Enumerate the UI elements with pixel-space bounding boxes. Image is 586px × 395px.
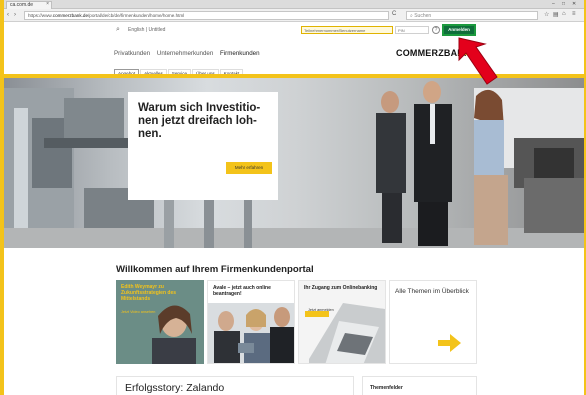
- sub-navigation: AngebotAktuellesServiceÜber unsKontakt: [114, 62, 244, 79]
- address-toolbar: ‹ › https://www.commerzbank.de/portal/de…: [4, 9, 584, 22]
- segment-unternehmerkunden[interactable]: Unternehmerkunden: [157, 50, 213, 57]
- maximize-icon[interactable]: □: [562, 1, 565, 7]
- tile-onlinebanking-sub: Jetzt anmelden: [308, 308, 334, 312]
- forward-icon[interactable]: ›: [14, 11, 16, 19]
- login-username-field[interactable]: Teilnehmernummer/Benutzername: [301, 26, 393, 34]
- arrow-right-icon: [438, 334, 461, 352]
- tile-video[interactable]: Edith Weymayr zu Zukunftsstrategien des …: [116, 280, 204, 364]
- tile-onlinebanking[interactable]: Ihr Zugang zum Onlinebanking Jetzt anmel…: [298, 280, 386, 364]
- star-icon[interactable]: ☆: [544, 11, 549, 18]
- url-domain: commerzbank.de: [52, 13, 88, 18]
- url-path: /portal/de/cb/de/firmenkunden/home/home.…: [88, 13, 185, 18]
- tile-video-sub: Jetzt Video ansehen: [121, 310, 156, 314]
- segment-firmenkunden[interactable]: Firmenkunden: [220, 50, 260, 57]
- tile-onlinebanking-text: Ihr Zugang zum Onlinebanking: [304, 285, 378, 291]
- close-window-icon[interactable]: ✕: [572, 1, 576, 7]
- hero-photo: [4, 81, 584, 248]
- url-prefix: https://www.: [28, 13, 53, 18]
- hero-cta-button[interactable]: Mehr erfahren: [226, 162, 272, 174]
- hero-title: Warum sich Investitio-nen jetzt dreifach…: [138, 102, 261, 140]
- welcome-heading: Willkommen auf Ihrem Firmenkundenportal: [116, 264, 314, 275]
- segment-nav: Privatkunden Unternehmerkunden Firmenkun…: [114, 50, 265, 57]
- hero-promo-card: Warum sich Investitio-nen jetzt dreifach…: [128, 92, 278, 200]
- help-icon[interactable]: ?: [432, 26, 440, 34]
- topics-card[interactable]: Themenfelder: [362, 376, 477, 395]
- bookmark-icon[interactable]: ▤: [553, 11, 559, 18]
- browser-tab[interactable]: ca.com.de ×: [6, 1, 52, 9]
- tile-avale-text: Avale – jetzt auch online beantragen!: [213, 285, 271, 297]
- story-card[interactable]: Erfolgsstory: Zalando: [116, 376, 354, 395]
- tile-video-text: Edith Weymayr zu Zukunftsstrategien des …: [121, 284, 177, 302]
- menu-icon[interactable]: ≡: [572, 11, 576, 17]
- annotation-arrow-icon: [458, 37, 498, 85]
- back-icon[interactable]: ‹: [7, 11, 9, 19]
- login-button[interactable]: Anmelden: [442, 24, 476, 36]
- site-search-icon[interactable]: ⌕: [116, 26, 120, 34]
- topics-title: Themenfelder: [370, 385, 403, 391]
- laptop-photo: [299, 281, 385, 363]
- home-icon[interactable]: ⌂: [562, 11, 566, 17]
- login-pin-placeholder: PIN: [398, 28, 405, 33]
- segment-privatkunden[interactable]: Privatkunden: [114, 50, 150, 57]
- language-switch[interactable]: English | Untitled: [128, 27, 165, 33]
- tab-title: ca.com.de: [10, 2, 34, 8]
- address-bar[interactable]: https://www.commerzbank.de/portal/de/cb/…: [24, 11, 389, 20]
- search-placeholder: Suchen: [414, 13, 432, 19]
- reload-icon[interactable]: C: [392, 11, 396, 17]
- tab-close-icon[interactable]: ×: [46, 2, 49, 7]
- tile-all-topics[interactable]: Alle Themen im Überblick: [389, 280, 477, 364]
- login-username-placeholder: Teilnehmernummer/Benutzername: [304, 28, 366, 33]
- minimize-icon[interactable]: –: [552, 1, 555, 7]
- tab-strip: ca.com.de × – □ ✕: [4, 0, 584, 9]
- story-title: Erfolgsstory: Zalando: [125, 382, 225, 394]
- browser-search-input[interactable]: ⌕ Suchen: [406, 11, 538, 20]
- hero-banner[interactable]: Warum sich Investitio-nen jetzt dreifach…: [4, 78, 584, 248]
- login-pin-field[interactable]: PIN: [395, 26, 429, 34]
- tile-all-topics-text: Alle Themen im Überblick: [395, 288, 469, 295]
- tile-avale[interactable]: Avale – jetzt auch online beantragen!: [207, 280, 295, 364]
